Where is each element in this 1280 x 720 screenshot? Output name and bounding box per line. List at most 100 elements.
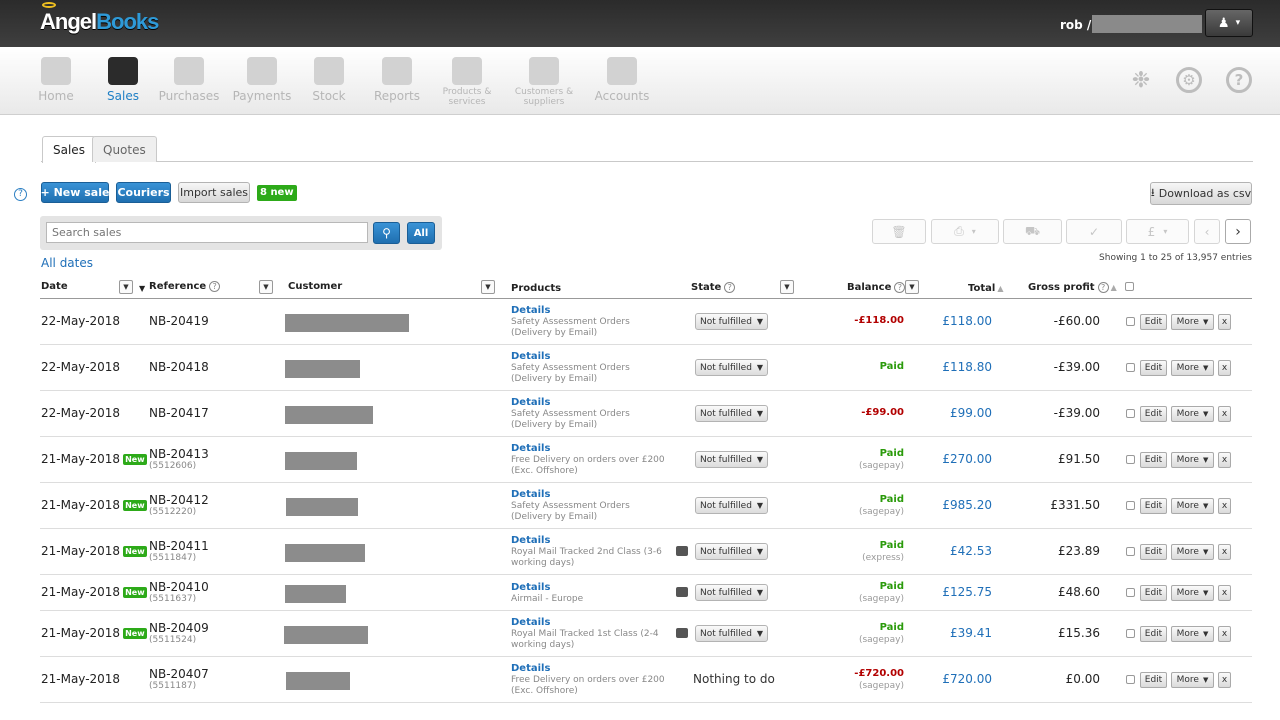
details-link[interactable]: Details xyxy=(511,617,671,629)
nav-purchases[interactable]: Purchases xyxy=(149,57,229,103)
sale-total[interactable]: £39.41 xyxy=(950,626,992,640)
more-button[interactable]: More ▼ xyxy=(1171,544,1214,560)
col-reference[interactable]: Reference? xyxy=(149,281,221,292)
help-icon[interactable]: ? xyxy=(14,188,27,201)
table-row[interactable]: 21-May-2018 New NB-20413 (5512606) Details Fr… xyxy=(40,437,1252,483)
table-row[interactable]: 22-May-2018 NB-20417 Details Safety Assessm… xyxy=(40,391,1252,437)
sale-total[interactable]: £985.20 xyxy=(942,498,992,512)
sale-total[interactable]: £118.00 xyxy=(942,314,992,328)
col-customer[interactable]: Customer xyxy=(288,281,342,292)
date-filter-dropdown[interactable]: ▼ xyxy=(119,280,133,294)
remove-button[interactable]: x xyxy=(1218,672,1231,688)
edit-button[interactable]: Edit xyxy=(1140,498,1167,514)
remove-button[interactable]: x xyxy=(1218,498,1231,514)
edit-button[interactable]: Edit xyxy=(1140,626,1167,642)
print-button[interactable]: ⎙ ▾ xyxy=(931,219,999,244)
sale-reference[interactable]: NB-20413 (5512606) xyxy=(149,447,209,472)
sale-reference[interactable]: NB-20409 (5511524) xyxy=(149,621,209,646)
sale-reference[interactable]: NB-20411 (5511847) xyxy=(149,539,209,564)
table-row[interactable]: 21-May-2018 New NB-20409 (5511524) Details Ro… xyxy=(40,611,1252,657)
col-date[interactable]: Date xyxy=(41,281,68,292)
table-row[interactable]: 21-May-2018 New NB-20410 (5511637) Details Ai… xyxy=(40,575,1252,611)
row-checkbox[interactable] xyxy=(1126,500,1135,513)
payment-button[interactable]: £ ▾ xyxy=(1126,219,1189,244)
state-dropdown[interactable]: Not fulfilled ▼ xyxy=(695,405,769,422)
more-button[interactable]: More ▼ xyxy=(1171,498,1214,514)
more-button[interactable]: More ▼ xyxy=(1171,406,1214,422)
new-sale-button[interactable]: + New sale xyxy=(41,182,109,203)
row-checkbox[interactable] xyxy=(1126,362,1135,375)
row-checkbox[interactable] xyxy=(1126,408,1135,421)
table-row[interactable]: 22-May-2018 NB-20418 Details Safety Assessm… xyxy=(40,345,1252,391)
col-balance[interactable]: Balance? xyxy=(847,282,906,293)
remove-button[interactable]: x xyxy=(1218,452,1231,468)
balance-filter-dropdown[interactable]: ▼ xyxy=(905,280,919,294)
nav-products[interactable]: Products & services xyxy=(427,57,507,107)
sale-total[interactable]: £125.75 xyxy=(942,585,992,599)
edit-button[interactable]: Edit xyxy=(1140,406,1167,422)
table-row[interactable]: 21-May-2018 New NB-20411 (5511847) Details Ro… xyxy=(40,529,1252,575)
edit-button[interactable]: Edit xyxy=(1140,672,1167,688)
printer-icon[interactable] xyxy=(676,628,688,638)
delete-button[interactable]: 🗑 xyxy=(872,219,926,244)
prev-page-button[interactable]: ‹ xyxy=(1194,219,1220,244)
table-row[interactable]: 21-May-2018 NB-20407 (5511187) Details Free … xyxy=(40,657,1252,703)
state-dropdown[interactable]: Not fulfilled ▼ xyxy=(695,625,769,642)
state-dropdown[interactable]: Not fulfilled ▼ xyxy=(695,359,769,376)
remove-button[interactable]: x xyxy=(1218,314,1231,330)
edit-button[interactable]: Edit xyxy=(1140,360,1167,376)
state-dropdown[interactable]: Not fulfilled ▼ xyxy=(695,543,769,560)
row-checkbox[interactable] xyxy=(1126,316,1135,329)
help-icon[interactable]: ? xyxy=(1226,67,1252,93)
details-link[interactable]: Details xyxy=(511,535,671,547)
edit-button[interactable]: Edit xyxy=(1140,452,1167,468)
details-link[interactable]: Details xyxy=(511,305,671,317)
sale-reference[interactable]: NB-20417 xyxy=(149,406,209,420)
sale-reference[interactable]: NB-20412 (5512220) xyxy=(149,493,209,518)
more-button[interactable]: More ▼ xyxy=(1171,360,1214,376)
nav-scales[interactable]: Accounts xyxy=(582,57,662,103)
more-button[interactable]: More ▼ xyxy=(1171,314,1214,330)
next-page-button[interactable]: › xyxy=(1225,219,1251,244)
sale-reference[interactable]: NB-20418 xyxy=(149,360,209,374)
dispatch-button[interactable]: ⛟ xyxy=(1003,219,1062,244)
download-csv-button[interactable]: ⭳ Download as csv xyxy=(1150,182,1252,205)
state-dropdown[interactable]: Not fulfilled ▼ xyxy=(695,584,769,601)
import-sales-button[interactable]: Import sales xyxy=(178,182,250,203)
tab-sales[interactable]: Sales xyxy=(42,136,96,163)
details-link[interactable]: Details xyxy=(511,489,671,501)
edit-button[interactable]: Edit xyxy=(1140,544,1167,560)
remove-button[interactable]: x xyxy=(1218,585,1231,601)
table-row[interactable]: 21-May-2018 New NB-20412 (5512220) Details Sa… xyxy=(40,483,1252,529)
printer-icon[interactable] xyxy=(676,587,688,597)
row-checkbox[interactable] xyxy=(1126,587,1135,600)
state-dropdown[interactable]: Not fulfilled ▼ xyxy=(695,451,769,468)
details-link[interactable]: Details xyxy=(511,663,671,675)
nav-chart[interactable]: Reports xyxy=(357,57,437,103)
sale-total[interactable]: £118.80 xyxy=(942,360,992,374)
all-button[interactable]: All xyxy=(407,222,435,244)
row-checkbox[interactable] xyxy=(1126,546,1135,559)
edit-button[interactable]: Edit xyxy=(1140,314,1167,330)
row-checkbox[interactable] xyxy=(1126,454,1135,467)
details-link[interactable]: Details xyxy=(511,397,671,409)
more-button[interactable]: More ▼ xyxy=(1171,626,1214,642)
col-state[interactable]: State? xyxy=(691,282,736,293)
gear-icon[interactable]: ⚙ xyxy=(1176,67,1202,93)
nav-customers[interactable]: Customers & suppliers xyxy=(504,57,584,107)
state-dropdown[interactable]: Not fulfilled ▼ xyxy=(695,497,769,514)
angelbooks-logo[interactable]: AngelBooks xyxy=(40,2,159,35)
sale-reference[interactable]: NB-20407 (5511187) xyxy=(149,667,209,692)
mark-complete-button[interactable]: ✓ xyxy=(1066,219,1122,244)
state-dropdown[interactable]: Not fulfilled ▼ xyxy=(695,313,769,330)
date-filter[interactable]: All dates xyxy=(41,256,93,270)
remove-button[interactable]: x xyxy=(1218,544,1231,560)
remove-button[interactable]: x xyxy=(1218,626,1231,642)
remove-button[interactable]: x xyxy=(1218,406,1231,422)
table-row[interactable]: 22-May-2018 NB-20419 Details Safety Assessm… xyxy=(40,299,1252,345)
select-all-checkbox[interactable] xyxy=(1125,282,1134,294)
details-link[interactable]: Details xyxy=(511,443,671,455)
sale-reference[interactable]: NB-20419 xyxy=(149,314,209,328)
sale-reference[interactable]: NB-20410 (5511637) xyxy=(149,580,209,605)
remove-button[interactable]: x xyxy=(1218,360,1231,376)
